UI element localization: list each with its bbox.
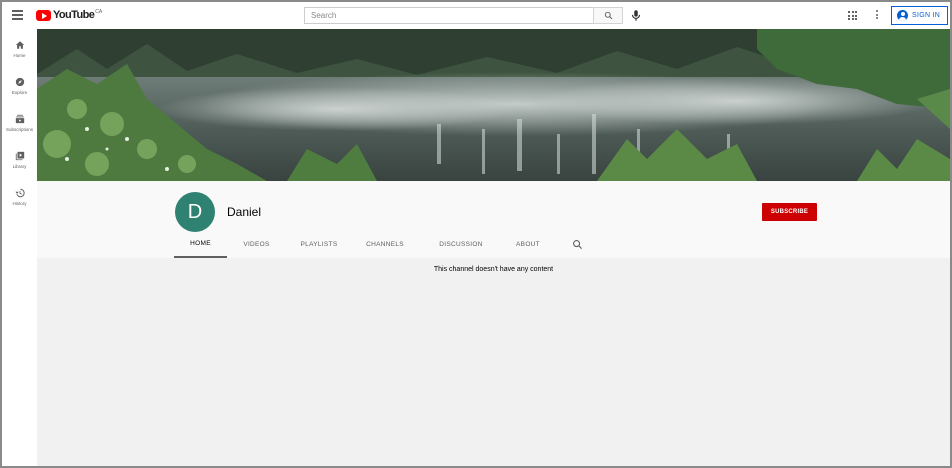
history-icon [14,188,25,198]
sidebar-item-home[interactable]: Home [2,38,37,72]
tab-label: DISCUSSION [439,241,483,248]
tab-label: CHANNELS [366,241,404,248]
tab-label: HOME [190,240,211,247]
avatar-letter: D [187,200,203,223]
search-input[interactable]: Search [304,7,593,24]
sidebar-item-library[interactable]: Library [2,149,37,183]
tab-videos[interactable]: VIDEOS [234,231,279,258]
tab-playlists[interactable]: PLAYLISTS [294,231,344,258]
masthead: YouTube CA Search SIGN IN [2,2,950,29]
tab-about[interactable]: ABOUT [508,231,548,258]
play-icon [36,10,51,21]
channel-name: Daniel [227,205,262,219]
channel-banner [37,29,950,181]
sidebar-item-history[interactable]: History [2,186,37,220]
search-icon[interactable] [572,239,583,250]
subscriptions-icon [15,114,24,124]
home-icon [15,41,24,49]
sidebar-item-subscriptions[interactable]: Subscriptions [2,112,37,146]
sidebar-item-label: Subscriptions [5,127,33,132]
compass-icon [15,77,24,87]
empty-state-message: This channel doesn't have any content [433,266,554,273]
tab-discussion[interactable]: DISCUSSION [432,231,490,258]
sidebar: Home Explore Subscriptions Library Histo… [2,29,37,466]
apps-grid-icon[interactable] [848,11,857,20]
subscribe-label: SUBSCRIBE [770,209,809,215]
sidebar-item-label: History [12,201,27,206]
microphone-icon[interactable] [629,8,643,23]
subscribe-button[interactable]: SUBSCRIBE [762,203,817,221]
search-icon [604,11,612,20]
tab-label: PLAYLISTS [300,241,338,248]
sidebar-item-label: Home [13,53,26,58]
sidebar-item-label: Library [12,164,27,169]
account-icon [897,10,908,21]
channel-content: This channel doesn't have any content [37,258,950,466]
search-placeholder: Search [311,11,337,20]
search-button[interactable] [593,7,623,24]
channel-header: D Daniel SUBSCRIBE HOME VIDEOS PLAYLISTS… [37,181,950,258]
sidebar-item-explore[interactable]: Explore [2,75,37,109]
logo-region: CA [95,9,103,15]
tab-home[interactable]: HOME [174,231,227,258]
logo-text: YouTube [53,9,95,21]
sign-in-label: SIGN IN [912,12,941,19]
library-icon [15,151,24,161]
tab-label: VIDEOS [243,241,270,248]
sidebar-item-label: Explore [11,90,28,95]
menu-icon[interactable] [12,10,23,20]
tab-label: ABOUT [516,241,540,248]
youtube-logo[interactable]: YouTube CA [36,9,102,22]
sign-in-button[interactable]: SIGN IN [891,6,948,25]
tab-channels[interactable]: CHANNELS [360,231,410,258]
settings-more-icon[interactable] [875,10,879,21]
browser-frame: YouTube CA Search SIGN IN Home Explore S… [0,0,952,468]
avatar[interactable]: D [175,192,215,232]
